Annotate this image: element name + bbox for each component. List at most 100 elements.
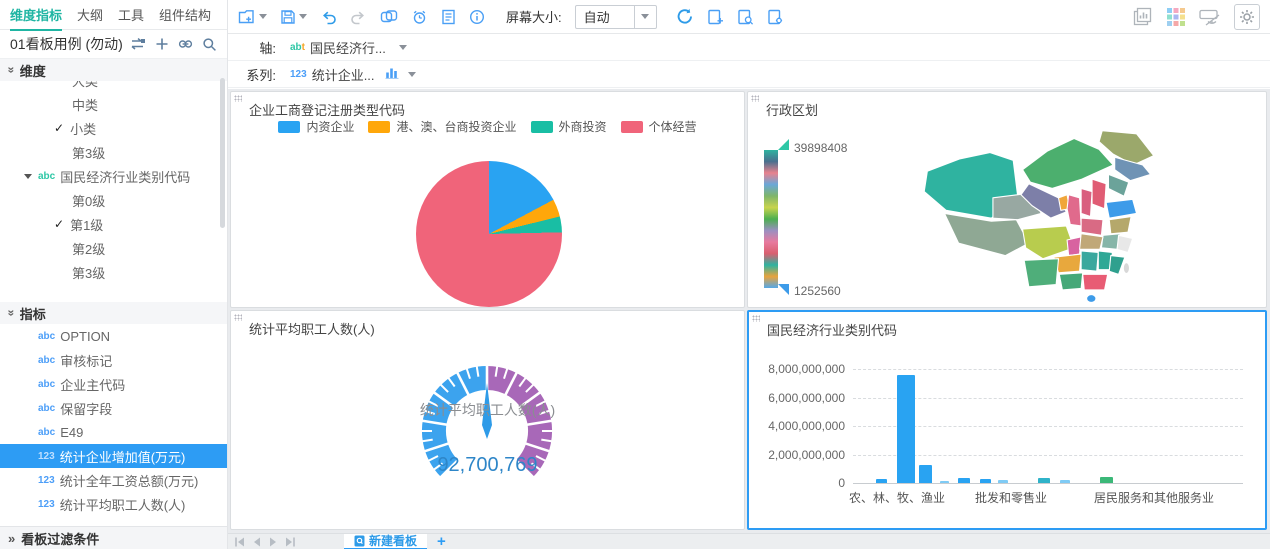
panel-title: 企业工商登记注册类型代码 <box>249 100 405 119</box>
panel-industry-bar-chart[interactable]: 国民经济行业类别代码 8,000,000,0006,000,000,0004,0… <box>747 310 1267 530</box>
tree-item-label: 小类 <box>70 119 96 138</box>
bar[interactable] <box>1060 480 1070 483</box>
bar[interactable] <box>940 481 949 483</box>
dimension-item[interactable]: 第0级 <box>0 188 227 212</box>
measure-item[interactable]: 123统计企业增加值(万元) <box>0 444 227 468</box>
dropdown-caret[interactable] <box>634 6 656 28</box>
gauge-chart[interactable] <box>417 361 557 501</box>
measure-item[interactable]: abc审核标记 <box>0 348 227 372</box>
measures-section-header[interactable]: » 指标 <box>0 302 227 324</box>
drag-handle-icon[interactable] <box>752 315 760 322</box>
measure-item[interactable]: abcOPTION <box>0 324 227 348</box>
sidebar-scrollbar[interactable] <box>220 78 225 228</box>
bar[interactable] <box>980 479 991 483</box>
legend-item[interactable]: 个体经营 <box>621 118 697 135</box>
screen-size-label: 屏幕大小: <box>506 7 562 26</box>
mini-bar-chart-icon[interactable] <box>385 67 399 82</box>
bar-plot-area[interactable] <box>853 369 1243 483</box>
first-page-icon[interactable] <box>234 537 246 547</box>
prev-page-icon[interactable] <box>252 537 262 547</box>
pie-chart[interactable] <box>416 161 562 307</box>
dimension-item[interactable]: ✓第1级 <box>0 212 227 236</box>
legend-item[interactable]: 外商投资 <box>531 118 607 135</box>
measure-item[interactable]: abc企业主代码 <box>0 372 227 396</box>
measure-item[interactable]: 123统计平均职工人数(人) <box>0 492 227 516</box>
measure-item[interactable]: abcE22 <box>0 516 227 522</box>
legend-swatch <box>531 121 553 133</box>
tab-dimension-measure[interactable]: 维度指标 <box>10 0 62 30</box>
dimension-item[interactable]: 第3级 <box>0 140 227 164</box>
bar[interactable] <box>1100 477 1113 483</box>
board-filter-footer[interactable]: » 看板过滤条件 <box>0 526 227 549</box>
flow-icon[interactable] <box>130 37 146 51</box>
info-icon[interactable] <box>469 9 485 25</box>
add-icon[interactable] <box>155 37 169 51</box>
panel-registration-type-pie[interactable]: 企业工商登记注册类型代码 内资企业港、澳、台商投资企业外商投资个体经营 <box>230 91 745 308</box>
refresh-button[interactable] <box>676 8 694 25</box>
hide-card-icon[interactable] <box>1199 8 1221 26</box>
number-field-icon: 123 <box>38 499 55 510</box>
measure-item[interactable]: abc保留字段 <box>0 396 227 420</box>
dashboard-canvas: 企业工商登记注册类型代码 内资企业港、澳、台商投资企业外商投资个体经营 行政区划… <box>228 89 1270 533</box>
measure-item[interactable]: abcE49 <box>0 420 227 444</box>
tree-expand-caret[interactable] <box>24 174 32 179</box>
last-page-icon[interactable] <box>284 537 296 547</box>
search-icon[interactable] <box>202 37 217 52</box>
link-icon[interactable] <box>178 37 193 51</box>
tab-outline[interactable]: 大纲 <box>77 0 103 30</box>
caret-down-icon[interactable] <box>399 45 407 50</box>
notes-icon[interactable] <box>441 9 456 25</box>
alarm-icon[interactable] <box>411 9 428 25</box>
theme-palette-icon[interactable] <box>1166 7 1186 27</box>
text-field-icon: abt <box>290 42 305 53</box>
dimension-item[interactable]: ✓小类 <box>0 116 227 140</box>
chart-layers-icon[interactable] <box>1133 7 1153 26</box>
tab-component-structure[interactable]: 组件结构 <box>159 0 211 30</box>
china-choropleth-map[interactable] <box>886 126 1206 304</box>
caret-down-icon[interactable] <box>408 72 416 77</box>
dimension-item[interactable]: 中类 <box>0 92 227 116</box>
dimension-item[interactable]: 第3级 <box>0 260 227 284</box>
settings-gear-button[interactable] <box>1234 4 1260 30</box>
panel-avg-staff-gauge[interactable]: 统计平均职工人数(人) 统计平均职工人数(人) 92,700,769 <box>230 310 745 530</box>
add-board-tab-button[interactable]: + <box>437 537 446 547</box>
drag-handle-icon[interactable] <box>751 95 759 102</box>
bar[interactable] <box>897 375 915 483</box>
next-page-icon[interactable] <box>268 537 278 547</box>
series-field-pill[interactable]: 123 统计企业... <box>290 65 416 84</box>
bar[interactable] <box>958 478 970 483</box>
doc-settings-icon[interactable] <box>767 9 784 25</box>
bar[interactable] <box>998 480 1008 483</box>
tab-tools[interactable]: 工具 <box>118 0 144 30</box>
bar[interactable] <box>919 465 932 483</box>
axis-field-pill[interactable]: abt 国民经济行... <box>290 38 407 57</box>
linked-pages-icon[interactable] <box>380 9 398 24</box>
panel-title: 统计平均职工人数(人) <box>249 319 375 338</box>
dimensions-section-header[interactable]: » 维度 <box>0 59 227 81</box>
board-doc-icon <box>354 535 365 547</box>
board-header: 01看板用例 (勿动) <box>0 30 227 59</box>
undo-button[interactable] <box>320 9 337 25</box>
measure-item[interactable]: 123统计全年工资总额(万元) <box>0 468 227 492</box>
sidebar-tabs: 维度指标 大纲 工具 组件结构 <box>0 0 227 30</box>
number-field-icon: 123 <box>290 69 307 80</box>
dimension-item[interactable]: 大类 <box>0 81 227 92</box>
board-tab[interactable]: 新建看板 <box>344 534 427 549</box>
doc-search-icon[interactable] <box>737 9 754 25</box>
new-board-button[interactable] <box>238 9 267 25</box>
bar[interactable] <box>1038 478 1050 483</box>
doc-add-icon[interactable] <box>707 9 724 25</box>
drag-handle-icon[interactable] <box>234 314 242 321</box>
dashboard-designer-app: 维度指标 大纲 工具 组件结构 01看板用例 (勿动) » 维度 大类中类✓小类… <box>0 0 1270 549</box>
redo-button[interactable] <box>350 9 367 25</box>
bar[interactable] <box>876 479 887 483</box>
drag-handle-icon[interactable] <box>234 95 242 102</box>
legend-item[interactable]: 内资企业 <box>278 118 354 135</box>
legend-item[interactable]: 港、澳、台商投资企业 <box>368 118 516 135</box>
save-button[interactable] <box>280 9 307 25</box>
dimension-item[interactable]: 第2级 <box>0 236 227 260</box>
dimension-item[interactable]: abc国民经济行业类别代码 <box>0 164 227 188</box>
panel-region-map[interactable]: 行政区划 39898408 1252560 <box>747 91 1267 308</box>
screen-size-select[interactable]: 自动 <box>575 5 657 29</box>
tree-item-label: 审核标记 <box>60 351 112 370</box>
